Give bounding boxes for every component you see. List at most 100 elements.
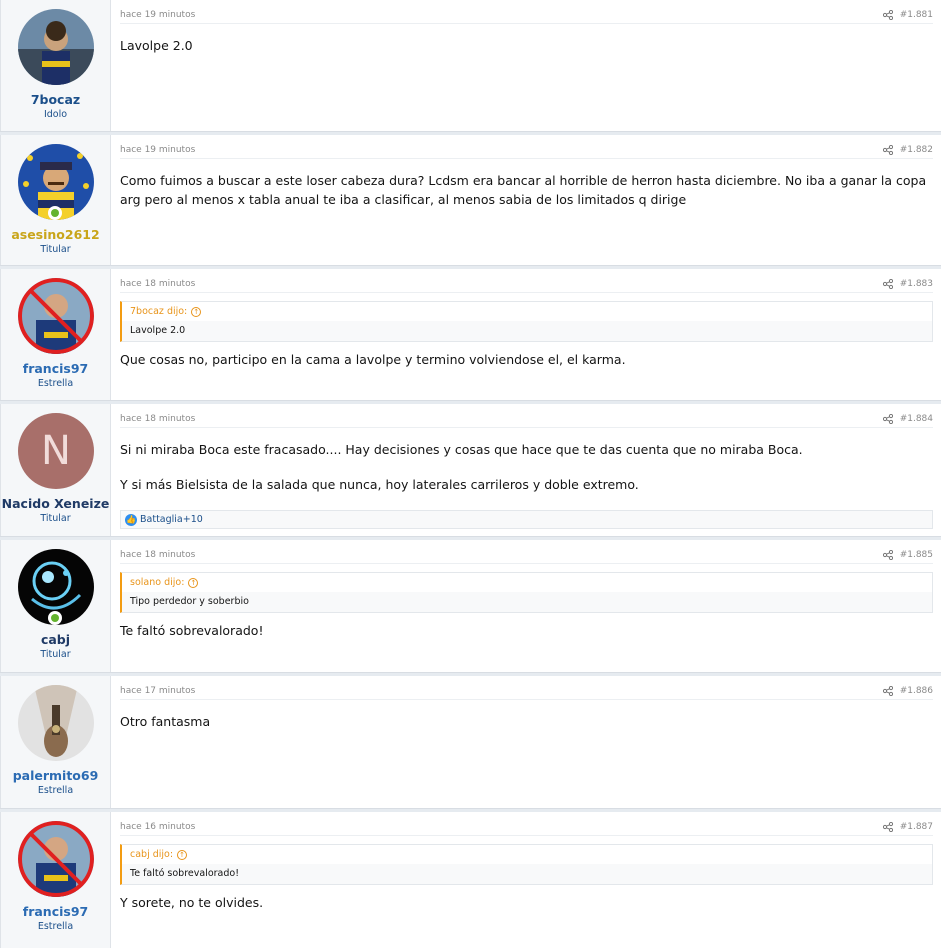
avatar[interactable] <box>18 9 94 85</box>
quote-author[interactable]: 7bocaz dijo: <box>130 306 187 317</box>
user-panel: palermito69 Estrella <box>0 676 111 808</box>
post-meta: hace 18 minutos #1.884 <box>120 410 933 428</box>
post-meta: hace 18 minutos #1.885 <box>120 546 933 564</box>
post: francis97 Estrella hace 16 minutos #1.88… <box>0 812 941 948</box>
post-body: Y sorete, no te olvides. <box>120 893 933 912</box>
user-panel: 7bocaz Idolo <box>0 0 111 131</box>
online-indicator <box>48 611 62 625</box>
avatar[interactable] <box>18 685 94 761</box>
post-body: Como fuimos a buscar a este loser cabeza… <box>120 171 933 209</box>
quote-header[interactable]: cabj dijo: ↑ <box>122 845 932 864</box>
post-number[interactable]: #1.884 <box>900 414 933 424</box>
username[interactable]: francis97 <box>1 361 110 376</box>
share-icon[interactable] <box>882 278 893 289</box>
quote-author[interactable]: cabj dijo: <box>130 849 173 860</box>
quote-text: Tipo perdedor y soberbio <box>130 596 249 607</box>
post: francis97 Estrella hace 18 minutos #1.88… <box>0 269 941 404</box>
quote-author[interactable]: solano dijo: <box>130 577 184 588</box>
post-time[interactable]: hace 19 minutos <box>120 10 195 20</box>
post-time[interactable]: hace 19 minutos <box>120 145 195 155</box>
quote-header[interactable]: 7bocaz dijo: ↑ <box>122 302 932 321</box>
post-content: hace 18 minutos #1.884 Si ni miraba Boca… <box>111 404 941 536</box>
post-body: Te faltó sobrevalorado! <box>120 621 933 640</box>
user-role: Estrella <box>37 921 74 932</box>
post-body: Lavolpe 2.0 <box>120 36 933 55</box>
user-role: Estrella <box>37 785 74 796</box>
user-panel: francis97 Estrella <box>0 269 111 400</box>
arrow-up-icon[interactable]: ↑ <box>191 306 202 317</box>
username[interactable]: 7bocaz <box>1 92 110 107</box>
post-meta: hace 16 minutos #1.887 <box>120 818 933 836</box>
post-meta: hace 18 minutos #1.883 <box>120 275 933 293</box>
quote-header[interactable]: solano dijo: ↑ <box>122 573 932 592</box>
share-icon[interactable] <box>882 9 893 20</box>
post-meta: hace 19 minutos #1.881 <box>120 6 933 24</box>
post-content: hace 18 minutos #1.885 solano dijo: ↑ Tip… <box>111 540 941 672</box>
reactions-summary[interactable]: Battaglia+10 <box>140 514 203 525</box>
post-number[interactable]: #1.883 <box>900 279 933 289</box>
online-indicator <box>48 206 62 220</box>
user-role: Titular <box>40 649 71 660</box>
post-content: hace 17 minutos #1.886 Otro fantasma <box>111 676 941 808</box>
post-paragraph: Si ni miraba Boca este fracasado.... Hay… <box>120 442 803 457</box>
post-number[interactable]: #1.887 <box>900 822 933 832</box>
post-number[interactable]: #1.882 <box>900 145 933 155</box>
username[interactable]: asesino2612 <box>1 227 110 242</box>
share-icon[interactable] <box>882 821 893 832</box>
post-paragraph: Que cosas no, participo en la cama a lav… <box>120 352 626 367</box>
share-icon[interactable] <box>882 144 893 155</box>
post: 7bocaz Idolo hace 19 minutos #1.881 Lavo… <box>0 0 941 135</box>
post-body: Si ni miraba Boca este fracasado.... Hay… <box>120 440 933 494</box>
username[interactable]: cabj <box>1 632 110 647</box>
username[interactable]: francis97 <box>1 904 110 919</box>
avatar[interactable] <box>18 821 94 897</box>
post-content: hace 19 minutos #1.882 Como fuimos a bus… <box>111 135 941 265</box>
user-panel: francis97 Estrella <box>0 812 111 948</box>
user-role: Estrella <box>37 378 74 389</box>
arrow-up-icon[interactable]: ↑ <box>188 577 199 588</box>
user-role: Idolo <box>43 109 68 120</box>
arrow-up-icon[interactable]: ↑ <box>177 849 188 860</box>
user-panel: asesino2612 Titular <box>0 135 111 265</box>
user-panel: cabj Titular <box>0 540 111 672</box>
post-paragraph: Lavolpe 2.0 <box>120 38 193 53</box>
post-paragraph: Como fuimos a buscar a este loser cabeza… <box>120 173 927 207</box>
user-role: Titular <box>40 513 71 524</box>
reactions-bar[interactable]: 👍 Battaglia+10 <box>120 510 933 529</box>
quote-text: Te faltó sobrevalorado! <box>130 868 240 879</box>
avatar[interactable]: N <box>18 413 94 489</box>
share-icon[interactable] <box>882 685 893 696</box>
post-number[interactable]: #1.886 <box>900 686 933 696</box>
post-time[interactable]: hace 18 minutos <box>120 550 195 560</box>
post-paragraph: Te faltó sobrevalorado! <box>120 623 264 638</box>
username[interactable]: Nacido Xeneize <box>1 496 110 511</box>
avatar-initial: N <box>41 428 71 474</box>
post: palermito69 Estrella hace 17 minutos #1.… <box>0 676 941 812</box>
post-content: hace 19 minutos #1.881 Lavolpe 2.0 <box>111 0 941 131</box>
user-panel: N Nacido Xeneize Titular <box>0 404 111 536</box>
post-paragraph: Y si más Bielsista de la salada que nunc… <box>120 477 639 492</box>
post-body: Que cosas no, participo en la cama a lav… <box>120 350 933 369</box>
post-body: Otro fantasma <box>120 712 933 731</box>
post-time[interactable]: hace 18 minutos <box>120 414 195 424</box>
share-icon[interactable] <box>882 413 893 424</box>
quote-block: cabj dijo: ↑ Te faltó sobrevalorado! <box>120 844 933 885</box>
post-content: hace 16 minutos #1.887 cabj dijo: ↑ Te fa… <box>111 812 941 948</box>
post-content: hace 18 minutos #1.883 7bocaz dijo: ↑ Lav… <box>111 269 941 400</box>
post-time[interactable]: hace 18 minutos <box>120 279 195 289</box>
user-role: Titular <box>40 244 71 255</box>
post-paragraph: Y sorete, no te olvides. <box>120 895 264 910</box>
quote-block: solano dijo: ↑ Tipo perdedor y soberbio <box>120 572 933 613</box>
post-time[interactable]: hace 16 minutos <box>120 822 195 832</box>
post-meta: hace 19 minutos #1.882 <box>120 141 933 159</box>
post: cabj Titular hace 18 minutos #1.885 sola… <box>0 540 941 676</box>
post-time[interactable]: hace 17 minutos <box>120 686 195 696</box>
username[interactable]: palermito69 <box>1 768 110 783</box>
avatar[interactable] <box>18 278 94 354</box>
post-meta: hace 17 minutos #1.886 <box>120 682 933 700</box>
like-icon: 👍 <box>125 513 137 526</box>
share-icon[interactable] <box>882 549 893 560</box>
quote-text: Lavolpe 2.0 <box>130 325 186 336</box>
post-number[interactable]: #1.881 <box>900 10 933 20</box>
post-number[interactable]: #1.885 <box>900 550 933 560</box>
